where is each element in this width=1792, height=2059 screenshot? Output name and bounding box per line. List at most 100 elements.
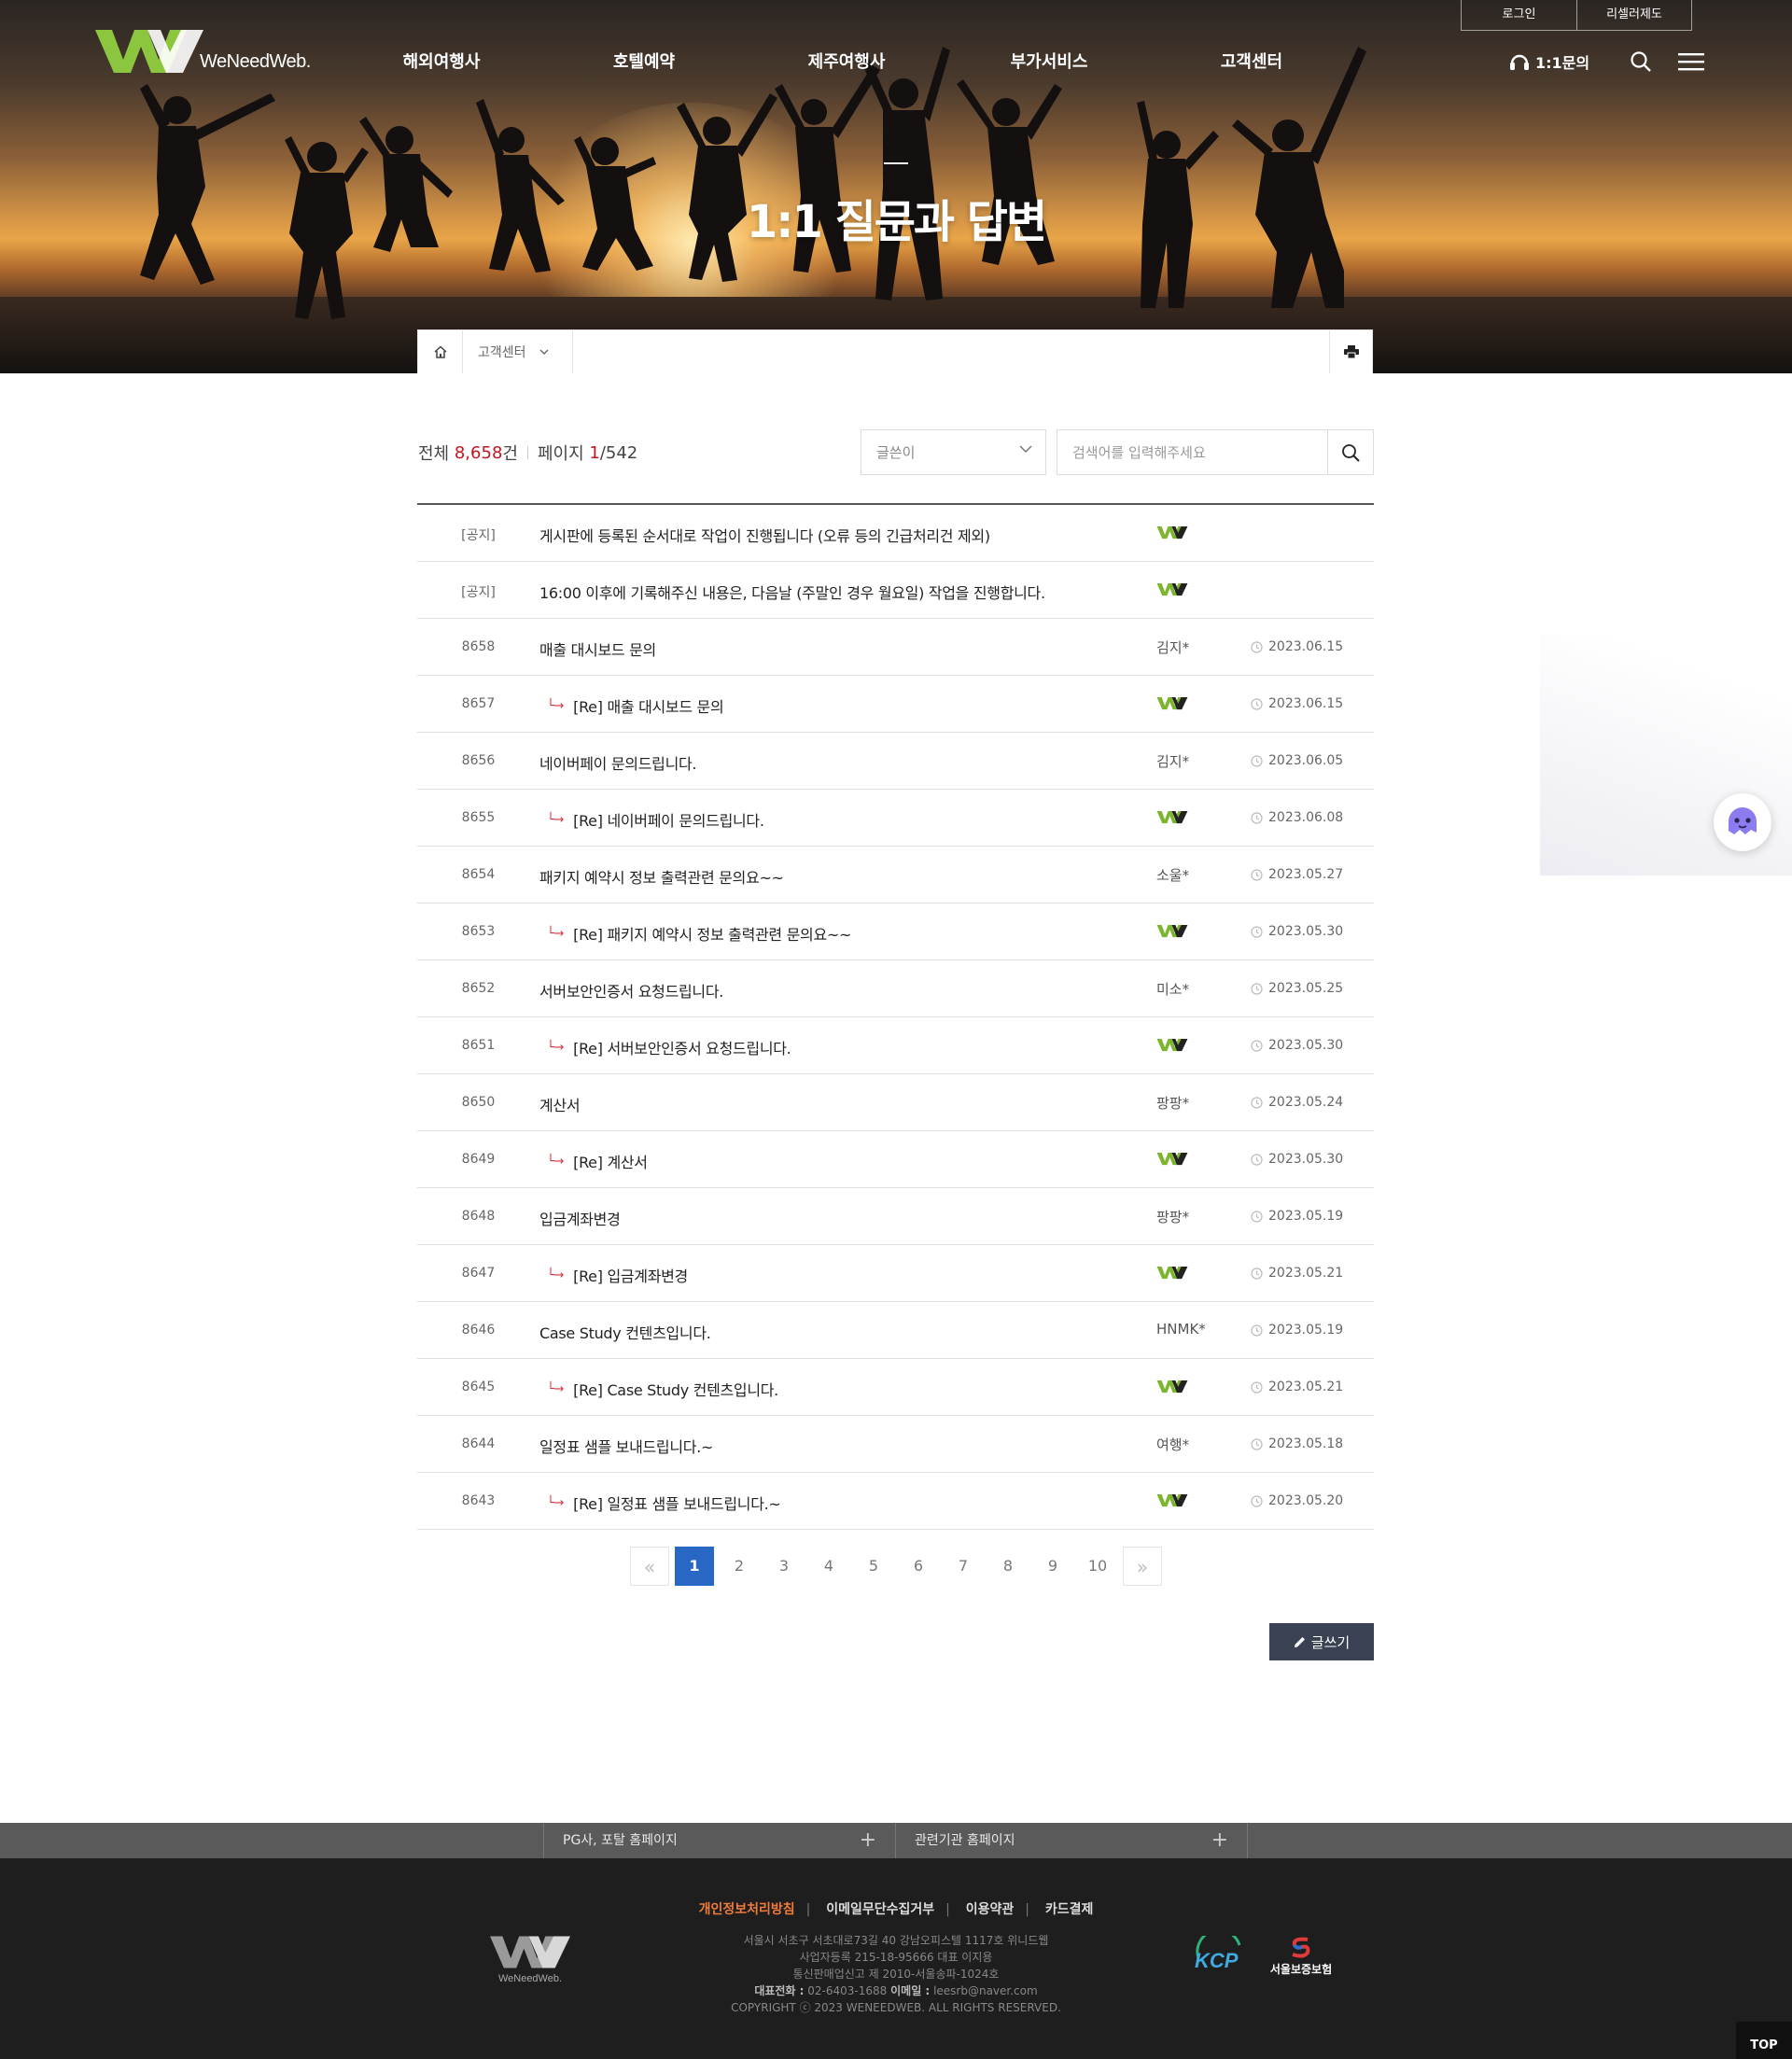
post-number: 8649 — [461, 1152, 496, 1167]
post-subject-link[interactable]: └→ [Re] 매출 대시보드 문의 — [547, 694, 724, 717]
table-row[interactable]: 8649 └→ [Re] 계산서 2023.05.30 — [417, 1131, 1374, 1188]
kcp-logo: KCP — [1191, 1928, 1251, 1981]
pagination-prev[interactable]: « — [630, 1547, 669, 1586]
scroll-top-button[interactable]: TOP — [1736, 2022, 1792, 2059]
page-total: /542 — [599, 442, 638, 463]
table-row[interactable]: 8656 네이버페이 문의드립니다. 김지* 2023.06.05 — [417, 733, 1374, 790]
post-subject-link[interactable]: └→ [Re] 네이버페이 문의드립니다. — [547, 808, 764, 831]
card-payment-link[interactable]: 카드결제 — [1045, 1902, 1094, 1917]
total-unit: 건 — [502, 444, 518, 464]
footer-contact: 대표전화 : 02-6403-1688 이메일 : leesrb@naver.c… — [0, 1982, 1792, 1999]
pagination-page[interactable]: 3 — [764, 1547, 804, 1586]
post-date-value: 2023.05.25 — [1268, 981, 1344, 996]
pagination-page[interactable]: 5 — [854, 1547, 893, 1586]
hamburger-menu-icon[interactable] — [1678, 52, 1704, 71]
post-subject-link[interactable]: Case Study 컨텐츠입니다. — [539, 1321, 711, 1343]
post-number: [공지] — [461, 528, 496, 543]
search-field-select[interactable]: 글쓴이 — [861, 429, 1046, 475]
one-to-one-inquiry-link[interactable]: 1:1문의 — [1509, 50, 1589, 73]
breadcrumb-depth1-label: 고객센터 — [478, 345, 526, 360]
search-input[interactable] — [1057, 430, 1327, 474]
pagination-page[interactable]: 6 — [899, 1547, 938, 1586]
post-subject-link[interactable]: 입금계좌변경 — [539, 1207, 621, 1229]
pg-portal-label: PG사, 포탈 홈페이지 — [563, 1833, 678, 1848]
pagination-page[interactable]: 10 — [1078, 1547, 1117, 1586]
pagination-page[interactable]: 2 — [720, 1547, 759, 1586]
print-icon — [1343, 345, 1359, 358]
post-subject-link[interactable]: 패키지 예약시 정보 출력관련 문의요~~ — [539, 865, 784, 888]
table-row[interactable]: 8657 └→ [Re] 매출 대시보드 문의 2023.06.15 — [417, 676, 1374, 733]
post-subject-link[interactable]: 16:00 이후에 기록해주신 내용은, 다음날 (주말인 경우 월요일) 작업… — [539, 581, 1045, 603]
clock-icon — [1251, 811, 1263, 824]
pagination-page[interactable]: 8 — [988, 1547, 1028, 1586]
pagination-page[interactable]: 4 — [809, 1547, 848, 1586]
reseller-link[interactable]: 리셀러제도 — [1576, 0, 1691, 30]
table-row[interactable]: 8654 패키지 예약시 정보 출력관련 문의요~~ 소울* 2023.05.27 — [417, 847, 1374, 903]
pg-portal-sites-dropdown[interactable]: PG사, 포탈 홈페이지 + — [543, 1823, 896, 1858]
post-subject-link[interactable]: 일정표 샘플 보내드립니다.~ — [539, 1435, 713, 1457]
terms-link[interactable]: 이용약관 — [966, 1902, 1015, 1917]
breadcrumb-depth1[interactable]: 고객센터 — [463, 330, 573, 373]
post-writer: 소울* — [1156, 867, 1190, 884]
chevron-down-icon — [1019, 445, 1032, 454]
pagination-next[interactable]: » — [1123, 1547, 1162, 1586]
post-subject-link[interactable]: └→ [Re] 계산서 — [547, 1150, 648, 1172]
pagination-page[interactable]: 9 — [1033, 1547, 1072, 1586]
post-subject: [Re] 네이버페이 문의드립니다. — [573, 812, 764, 830]
table-row[interactable]: 8658 매출 대시보드 문의 김지* 2023.06.15 — [417, 619, 1374, 676]
login-link[interactable]: 로그인 — [1462, 0, 1576, 30]
clock-icon — [1251, 982, 1263, 995]
post-subject-link[interactable]: 게시판에 등록된 순서대로 작업이 진행됩니다 (오류 등의 긴급처리건 제외) — [539, 524, 990, 546]
admin-logo-icon — [1156, 1380, 1188, 1394]
table-row[interactable]: 8644 일정표 샘플 보내드립니다.~ 여행* 2023.05.18 — [417, 1416, 1374, 1473]
nav-jeju-travel[interactable]: 제주여행사 — [808, 49, 886, 73]
post-subject-link[interactable]: 매출 대시보드 문의 — [539, 637, 656, 660]
post-date: 2023.05.21 — [1251, 1380, 1343, 1394]
table-row[interactable]: 8652 서버보안인증서 요청드립니다. 미소* 2023.05.25 — [417, 960, 1374, 1017]
nav-customer-center[interactable]: 고객센터 — [1221, 49, 1282, 73]
table-row[interactable]: 8653 └→ [Re] 패키지 예약시 정보 출력관련 문의요~~ 2023.05.… — [417, 903, 1374, 960]
post-subject-link[interactable]: └→ [Re] 일정표 샘플 보내드립니다.~ — [547, 1492, 781, 1514]
related-agency-sites-dropdown[interactable]: 관련기관 홈페이지 + — [895, 1823, 1248, 1858]
table-row[interactable]: 8645 └→ [Re] Case Study 컨텐츠입니다. 2023.05.21 — [417, 1359, 1374, 1416]
notice-row[interactable]: [공지] 16:00 이후에 기록해주신 내용은, 다음날 (주말인 경우 월요일… — [417, 562, 1374, 619]
write-button[interactable]: 글쓰기 — [1269, 1623, 1374, 1660]
table-row[interactable]: 8648 입금계좌변경 팡팡* 2023.05.19 — [417, 1188, 1374, 1245]
search-submit-button[interactable] — [1327, 430, 1373, 474]
nav-hotel-booking[interactable]: 호텔예약 — [613, 49, 675, 73]
post-subject-link[interactable]: 계산서 — [539, 1093, 581, 1115]
post-date-value: 2023.06.08 — [1268, 810, 1344, 825]
notice-row[interactable]: [공지] 게시판에 등록된 순서대로 작업이 진행됩니다 (오류 등의 긴급처리건… — [417, 505, 1374, 562]
title-decoration-line — [884, 162, 908, 164]
pagination-page[interactable]: 7 — [944, 1547, 983, 1586]
tel-value: 02-6403-1688 — [807, 1984, 888, 1997]
pagination-page[interactable]: 1 — [675, 1547, 714, 1586]
breadcrumb-home[interactable] — [418, 330, 463, 373]
post-subject-link[interactable]: 서버보안인증서 요청드립니다. — [539, 979, 723, 1001]
post-subject-link[interactable]: └→ [Re] 패키지 예약시 정보 출력관련 문의요~~ — [547, 922, 851, 945]
email-refusal-link[interactable]: 이메일무단수집거부 — [826, 1902, 934, 1917]
search-icon[interactable] — [1630, 50, 1652, 73]
post-subject-link[interactable]: └→ [Re] 입금계좌변경 — [547, 1264, 688, 1286]
post-subject-link[interactable]: └→ [Re] 서버보안인증서 요청드립니다. — [547, 1036, 791, 1058]
print-button[interactable] — [1329, 330, 1372, 373]
table-row[interactable]: 8650 계산서 팡팡* 2023.05.24 — [417, 1074, 1374, 1131]
chatbot-button[interactable] — [1714, 793, 1771, 851]
table-row[interactable]: 8646 Case Study 컨텐츠입니다. HNMK* 2023.05.19 — [417, 1302, 1374, 1359]
post-number: 8654 — [461, 867, 496, 882]
privacy-policy-link[interactable]: 개인정보처리방침 — [699, 1902, 795, 1917]
nav-extra-services[interactable]: 부가서비스 — [1011, 49, 1088, 73]
table-row[interactable]: 8647 └→ [Re] 입금계좌변경 2023.05.21 — [417, 1245, 1374, 1302]
table-row[interactable]: 8643 └→ [Re] 일정표 샘플 보내드립니다.~ 2023.05.20 — [417, 1473, 1374, 1530]
post-subject: [Re] 매출 대시보드 문의 — [573, 698, 724, 716]
summary-divider — [526, 446, 528, 459]
post-subject-link[interactable]: └→ [Re] Case Study 컨텐츠입니다. — [547, 1378, 778, 1400]
post-subject-link[interactable]: 네이버페이 문의드립니다. — [539, 751, 697, 774]
search-box — [1057, 429, 1374, 475]
table-row[interactable]: 8655 └→ [Re] 네이버페이 문의드립니다. 2023.06.08 — [417, 790, 1374, 847]
nav-overseas-travel[interactable]: 해외여행사 — [403, 49, 481, 73]
post-subject: [Re] Case Study 컨텐츠입니다. — [573, 1381, 778, 1399]
post-date: 2023.05.24 — [1251, 1095, 1343, 1110]
post-number: 8648 — [461, 1209, 496, 1224]
table-row[interactable]: 8651 └→ [Re] 서버보안인증서 요청드립니다. 2023.05.30 — [417, 1017, 1374, 1074]
